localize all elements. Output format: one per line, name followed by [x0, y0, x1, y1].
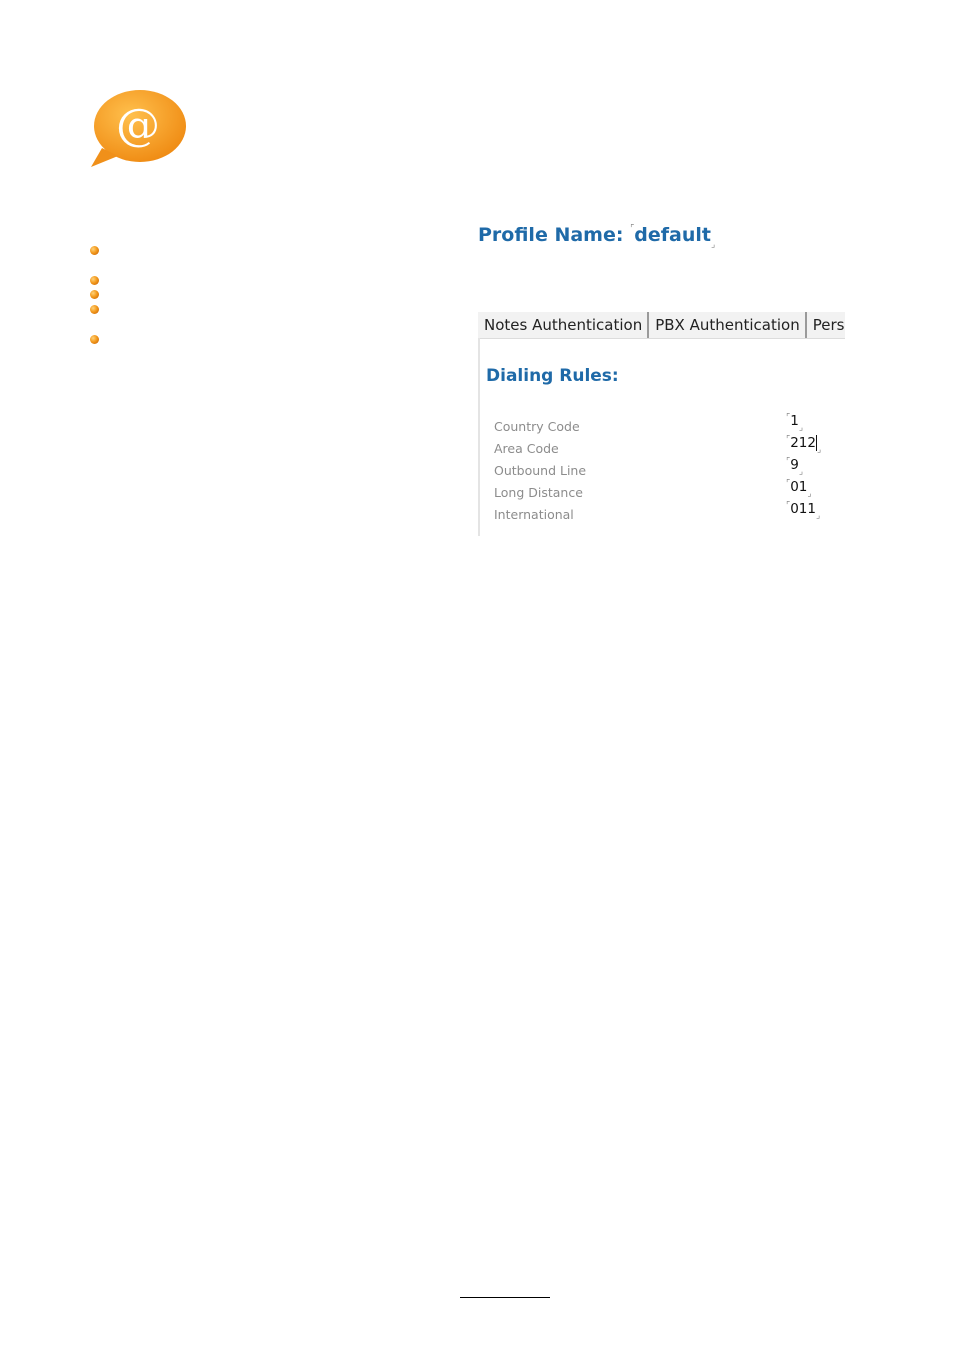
field-start-marker: ⌜ [786, 501, 791, 511]
long-distance-label: Long Distance [494, 485, 583, 500]
outbound-line-label: Outbound Line [494, 463, 587, 478]
bullet-icon [90, 290, 99, 299]
tab-pbx-authentication[interactable]: PBX Authentication [649, 312, 807, 338]
country-code-field[interactable]: 1 [790, 413, 799, 429]
tab-personal[interactable]: Person [807, 312, 845, 338]
field-start-marker: ⌜ [630, 224, 635, 234]
profile-name-label: Profile Name: [478, 224, 624, 246]
field-end-marker: ⌟ [711, 240, 716, 250]
bullet-icon [90, 246, 99, 255]
profile-name-heading: Profile Name: ⌜default⌟ [478, 224, 715, 250]
field-start-marker: ⌜ [786, 435, 791, 445]
field-end-marker: ⌟ [816, 511, 821, 521]
dialing-rules-title: Dialing Rules: [486, 366, 619, 386]
footer-rule [460, 1297, 550, 1298]
international-row: International ⌜011⌟ [494, 501, 844, 527]
field-end-marker: ⌟ [798, 423, 804, 433]
email-chat-bubble-icon: @ [91, 90, 186, 167]
field-end-marker: ⌟ [798, 467, 804, 477]
profile-name-field[interactable]: default [634, 224, 711, 246]
field-start-marker: ⌜ [786, 479, 791, 489]
dialing-rules-panel: Dialing Rules: Country Code ⌜1⌟ Area Cod… [478, 338, 847, 536]
area-code-field[interactable]: 212 [790, 435, 817, 451]
international-field[interactable]: 011 [790, 501, 816, 517]
bullet-icon [90, 335, 99, 344]
bullet-icon [90, 305, 99, 314]
field-start-marker: ⌜ [786, 457, 791, 467]
area-code-label: Area Code [494, 441, 559, 456]
svg-text:@: @ [116, 100, 160, 151]
international-label: International [494, 507, 574, 522]
country-code-label: Country Code [494, 419, 580, 434]
tab-bar: Notes Authentication PBX Authentication Pe… [478, 312, 845, 339]
field-end-marker: ⌟ [817, 445, 822, 455]
field-end-marker: ⌟ [807, 489, 812, 499]
outbound-line-field[interactable]: 9 [790, 457, 799, 473]
field-start-marker: ⌜ [786, 413, 791, 423]
long-distance-field[interactable]: 01 [790, 479, 807, 495]
bullet-icon [90, 276, 99, 285]
tab-notes-authentication[interactable]: Notes Authentication [478, 312, 650, 338]
settings-screenshot: Profile Name: ⌜default⌟ Notes Authentica… [478, 210, 845, 540]
